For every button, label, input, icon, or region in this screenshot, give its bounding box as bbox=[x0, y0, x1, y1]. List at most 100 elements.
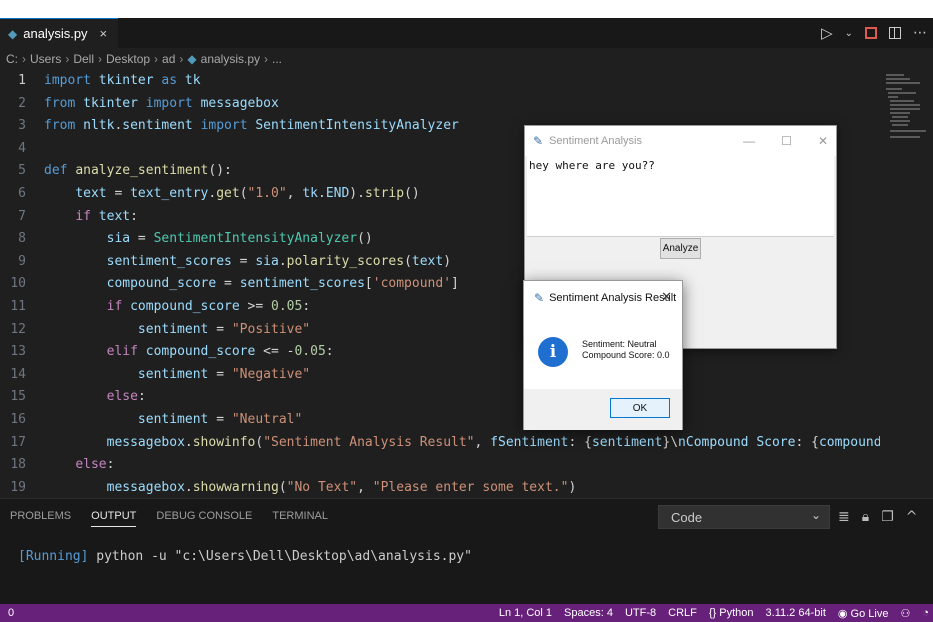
code-text: else: bbox=[106, 389, 146, 405]
minimap-line bbox=[890, 108, 920, 110]
language-mode[interactable]: {} Python bbox=[709, 607, 754, 619]
stop-icon[interactable] bbox=[865, 27, 877, 39]
minimap-line bbox=[886, 74, 904, 76]
more-actions-icon[interactable]: ⋯ bbox=[913, 25, 927, 41]
line-number: 13 bbox=[10, 344, 26, 360]
minimap-line bbox=[886, 88, 902, 90]
panel-tabs: PROBLEMS OUTPUT DEBUG CONSOLE TERMINAL bbox=[0, 499, 338, 533]
chevron-right-icon: › bbox=[22, 52, 26, 66]
chevron-right-icon: › bbox=[65, 52, 70, 66]
analyze-button[interactable]: Analyze bbox=[660, 238, 701, 259]
output-channel-select[interactable]: Code ⌄ bbox=[658, 505, 830, 529]
tk-feather-icon: ✎ bbox=[534, 291, 545, 305]
indentation[interactable]: Spaces: 4 bbox=[564, 607, 613, 619]
minimap-line bbox=[892, 124, 908, 126]
code-text: sia = SentimentIntensityAnalyzer() bbox=[106, 231, 373, 247]
encoding[interactable]: UTF-8 bbox=[625, 607, 656, 619]
code-line[interactable]: 2 from tkinter import messagebox bbox=[0, 93, 880, 116]
go-live-button[interactable]: ◉ Go Live bbox=[838, 607, 889, 620]
chevron-right-icon: › bbox=[98, 52, 103, 66]
chevron-right-icon: › bbox=[154, 52, 159, 66]
run-icon[interactable]: ▷ bbox=[821, 24, 833, 42]
bell-icon[interactable]: ◔ bbox=[922, 607, 929, 619]
code-line[interactable]: 15 else: bbox=[0, 386, 880, 409]
line-number: 17 bbox=[10, 434, 26, 450]
code-text: if text: bbox=[75, 208, 138, 224]
minimap-line bbox=[890, 120, 910, 122]
line-number: 8 bbox=[18, 231, 26, 247]
code-text: messagebox.showwarning("No Text", "Pleas… bbox=[106, 479, 577, 495]
code-text: messagebox.showinfo("Sentiment Analysis … bbox=[106, 434, 921, 450]
chevron-down-icon[interactable]: ⌄ bbox=[845, 28, 853, 39]
chevron-right-icon: › bbox=[179, 52, 184, 66]
maximize-icon[interactable]: ☐ bbox=[781, 134, 792, 148]
minimap-line bbox=[890, 112, 910, 114]
broadcast-icon: ◉ bbox=[837, 607, 848, 620]
tab-filename: analysis.py bbox=[23, 26, 88, 41]
tk-window-title: Sentiment Analysis bbox=[549, 135, 642, 147]
chevron-up-icon[interactable]: ^ bbox=[906, 509, 918, 525]
chevron-right-icon: › bbox=[264, 52, 269, 66]
code-line[interactable]: 17 messagebox.showinfo("Sentiment Analys… bbox=[0, 432, 920, 455]
code-text: text = text_entry.get("1.0", tk.END).str… bbox=[75, 186, 420, 201]
code-text: sentiment = "Neutral" bbox=[137, 412, 303, 427]
close-icon[interactable]: × bbox=[100, 26, 108, 41]
close-icon[interactable]: ✕ bbox=[818, 134, 828, 148]
tab-problems[interactable]: PROBLEMS bbox=[0, 499, 81, 533]
go-live-label: Go Live bbox=[850, 607, 889, 620]
minimap-line bbox=[890, 130, 926, 132]
code-line[interactable]: 1 import tkinter as tk bbox=[0, 70, 880, 93]
code-line[interactable]: 18 else: bbox=[0, 454, 880, 477]
messagebox-title: Sentiment Analysis Result bbox=[549, 292, 677, 304]
editor-actions: ▷ ⌄ ⋯ bbox=[821, 18, 927, 48]
filter-list-icon[interactable]: ≣ bbox=[838, 509, 850, 525]
remote-indicator[interactable]: 0 bbox=[8, 604, 14, 622]
code-line[interactable]: 14 sentiment = "Negative" bbox=[0, 364, 880, 387]
line-number: 16 bbox=[10, 412, 26, 427]
minimap[interactable] bbox=[880, 70, 933, 498]
line-number: 3 bbox=[18, 118, 26, 134]
breadcrumb-desktop[interactable]: Desktop bbox=[106, 52, 150, 66]
code-line[interactable]: 19 messagebox.showwarning("No Text", "Pl… bbox=[0, 477, 880, 500]
breadcrumb-drive[interactable]: C: bbox=[6, 52, 18, 66]
code-text: sentiment = "Positive" bbox=[137, 321, 311, 337]
ok-button[interactable]: OK bbox=[610, 398, 670, 418]
split-editor-icon[interactable] bbox=[889, 27, 901, 39]
line-number: 7 bbox=[18, 208, 26, 224]
minimap-line bbox=[890, 100, 914, 102]
result-messagebox: ✎ Sentiment Analysis Result ✕ i Sentimen… bbox=[523, 280, 683, 430]
breadcrumb-users[interactable]: Users bbox=[30, 52, 61, 66]
breadcrumb-file[interactable]: analysis.py bbox=[201, 52, 260, 66]
line-number: 18 bbox=[10, 457, 26, 473]
breadcrumb: C: › Users › Dell › Desktop › ad › ◆ ana… bbox=[0, 48, 933, 70]
code-line[interactable]: 16 sentiment = "Neutral" bbox=[0, 409, 880, 432]
sentiment-text-input[interactable]: hey where are you?? bbox=[527, 156, 834, 237]
status-items: Ln 1, Col 1 Spaces: 4 UTF-8 CRLF {} Pyth… bbox=[499, 604, 929, 622]
close-icon[interactable]: ✕ bbox=[661, 290, 672, 305]
tab-analysis-py[interactable]: ◆ analysis.py × bbox=[0, 18, 118, 48]
minimize-icon[interactable]: — bbox=[743, 134, 755, 148]
messagebox-titlebar[interactable]: ✎ Sentiment Analysis Result bbox=[524, 281, 682, 315]
output-channel-value: Code bbox=[671, 509, 703, 525]
line-number: 9 bbox=[18, 253, 26, 269]
copy-icon[interactable]: ❐ bbox=[881, 509, 894, 525]
output-running-prefix: [Running] bbox=[18, 549, 89, 564]
tk-titlebar[interactable]: ✎ Sentiment Analysis — ☐ ✕ bbox=[525, 126, 836, 156]
tab-output[interactable]: OUTPUT bbox=[81, 499, 146, 533]
breadcrumb-ad[interactable]: ad bbox=[162, 52, 175, 66]
account-icon[interactable]: ⚇ bbox=[900, 607, 910, 620]
tk-feather-icon: ✎ bbox=[533, 134, 544, 148]
cursor-position[interactable]: Ln 1, Col 1 bbox=[499, 607, 552, 619]
python-interpreter[interactable]: 3.11.2 64-bit bbox=[766, 607, 826, 619]
panel-actions: ≣ 🔒︎ ❐ ^ bbox=[838, 505, 917, 529]
bottom-panel: PROBLEMS OUTPUT DEBUG CONSOLE TERMINAL C… bbox=[0, 498, 933, 604]
line-ending[interactable]: CRLF bbox=[668, 607, 697, 619]
line-number: 12 bbox=[10, 321, 26, 337]
breadcrumb-dell[interactable]: Dell bbox=[73, 52, 94, 66]
lock-icon[interactable]: 🔒︎ bbox=[862, 509, 869, 525]
line-number: 6 bbox=[18, 186, 26, 201]
tab-terminal[interactable]: TERMINAL bbox=[262, 499, 338, 533]
python-file-icon: ◆ bbox=[8, 26, 18, 41]
breadcrumb-symbol[interactable]: ... bbox=[272, 52, 282, 66]
tab-debug-console[interactable]: DEBUG CONSOLE bbox=[146, 499, 262, 533]
